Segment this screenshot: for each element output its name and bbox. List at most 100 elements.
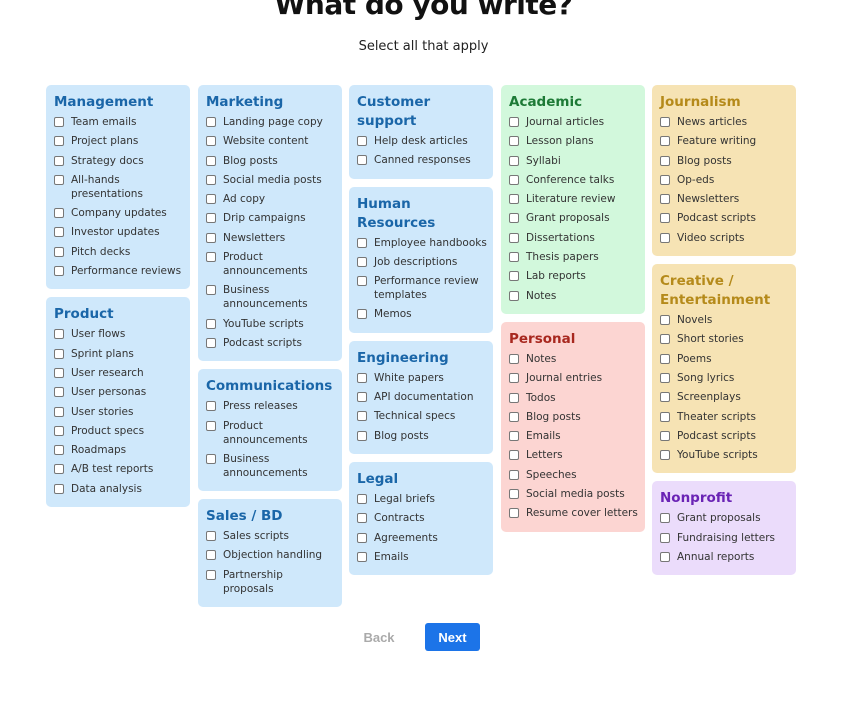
checkbox-option[interactable]: Podcast scripts bbox=[206, 336, 336, 350]
checkbox[interactable] bbox=[509, 469, 519, 480]
checkbox[interactable] bbox=[357, 411, 367, 422]
checkbox-option[interactable]: Blog posts bbox=[660, 154, 790, 168]
checkbox[interactable] bbox=[509, 155, 519, 166]
checkbox[interactable] bbox=[357, 551, 367, 562]
checkbox[interactable] bbox=[509, 174, 519, 185]
checkbox-option[interactable]: Op-eds bbox=[660, 173, 790, 187]
checkbox[interactable] bbox=[206, 531, 216, 542]
checkbox[interactable] bbox=[54, 464, 64, 475]
checkbox[interactable] bbox=[206, 155, 216, 166]
checkbox[interactable] bbox=[660, 532, 670, 543]
checkbox[interactable] bbox=[660, 194, 670, 205]
checkbox-option[interactable]: Legal briefs bbox=[357, 492, 487, 506]
checkbox[interactable] bbox=[509, 353, 519, 364]
checkbox-option[interactable]: Pitch decks bbox=[54, 245, 184, 259]
checkbox[interactable] bbox=[206, 174, 216, 185]
checkbox-option[interactable]: Todos bbox=[509, 391, 639, 405]
checkbox-option[interactable]: Feature writing bbox=[660, 134, 790, 148]
checkbox[interactable] bbox=[509, 431, 519, 442]
checkbox[interactable] bbox=[54, 445, 64, 456]
checkbox-option[interactable]: Canned responses bbox=[357, 153, 487, 167]
checkbox-option[interactable]: Emails bbox=[509, 429, 639, 443]
checkbox-option[interactable]: Objection handling bbox=[206, 548, 336, 562]
checkbox[interactable] bbox=[357, 493, 367, 504]
checkbox-option[interactable]: User research bbox=[54, 366, 184, 380]
checkbox[interactable] bbox=[54, 136, 64, 147]
checkbox-option[interactable]: Website content bbox=[206, 134, 336, 148]
checkbox-option[interactable]: Notes bbox=[509, 352, 639, 366]
checkbox-option[interactable]: Blog posts bbox=[509, 410, 639, 424]
checkbox[interactable] bbox=[660, 174, 670, 185]
checkbox[interactable] bbox=[54, 483, 64, 494]
checkbox[interactable] bbox=[660, 552, 670, 563]
checkbox[interactable] bbox=[357, 136, 367, 146]
checkbox[interactable] bbox=[54, 246, 64, 257]
checkbox[interactable] bbox=[509, 136, 519, 147]
checkbox[interactable] bbox=[206, 453, 216, 464]
checkbox-option[interactable]: Social media posts bbox=[509, 487, 639, 501]
checkbox-option[interactable]: Grant proposals bbox=[660, 511, 790, 525]
checkbox[interactable] bbox=[54, 425, 64, 436]
checkbox[interactable] bbox=[206, 337, 216, 348]
checkbox-option[interactable]: Press releases bbox=[206, 399, 336, 413]
checkbox-option[interactable]: Podcast scripts bbox=[660, 429, 790, 443]
checkbox[interactable] bbox=[660, 372, 670, 383]
checkbox-option[interactable]: Help desk articles bbox=[357, 134, 487, 148]
checkbox-option[interactable]: Technical specs bbox=[357, 409, 487, 423]
checkbox[interactable] bbox=[660, 232, 670, 243]
checkbox-option[interactable]: YouTube scripts bbox=[660, 448, 790, 462]
checkbox-option[interactable]: Landing page copy bbox=[206, 115, 336, 129]
checkbox[interactable] bbox=[206, 194, 216, 205]
checkbox[interactable] bbox=[206, 136, 216, 147]
checkbox-option[interactable]: Project plans bbox=[54, 134, 184, 148]
checkbox[interactable] bbox=[54, 387, 64, 398]
checkbox-option[interactable]: Job descriptions bbox=[357, 255, 487, 269]
checkbox-option[interactable]: Dissertations bbox=[509, 231, 639, 245]
checkbox-option[interactable]: Poems bbox=[660, 352, 790, 366]
back-button[interactable]: Back bbox=[351, 623, 407, 651]
checkbox[interactable] bbox=[509, 117, 519, 127]
checkbox[interactable] bbox=[357, 430, 367, 441]
checkbox[interactable] bbox=[206, 285, 216, 296]
checkbox-option[interactable]: Conference talks bbox=[509, 173, 639, 187]
checkbox-option[interactable]: Business announcements bbox=[206, 283, 336, 311]
checkbox-option[interactable]: Song lyrics bbox=[660, 371, 790, 385]
checkbox[interactable] bbox=[509, 373, 519, 384]
checkbox[interactable] bbox=[660, 450, 670, 461]
checkbox-option[interactable]: All-hands presentations bbox=[54, 173, 184, 201]
checkbox-option[interactable]: News articles bbox=[660, 115, 790, 129]
checkbox[interactable] bbox=[54, 367, 64, 378]
checkbox-option[interactable]: Product specs bbox=[54, 424, 184, 438]
checkbox-option[interactable]: Sales scripts bbox=[206, 529, 336, 543]
checkbox-option[interactable]: Emails bbox=[357, 550, 487, 564]
checkbox-option[interactable]: A/B test reports bbox=[54, 462, 184, 476]
checkbox[interactable] bbox=[509, 489, 519, 500]
checkbox-option[interactable]: Syllabi bbox=[509, 154, 639, 168]
checkbox-option[interactable]: Data analysis bbox=[54, 482, 184, 496]
checkbox[interactable] bbox=[660, 430, 670, 441]
checkbox-option[interactable]: Blog posts bbox=[357, 429, 487, 443]
checkbox-option[interactable]: Theater scripts bbox=[660, 410, 790, 424]
checkbox-option[interactable]: Literature review bbox=[509, 192, 639, 206]
checkbox[interactable] bbox=[660, 513, 670, 524]
checkbox[interactable] bbox=[206, 550, 216, 561]
checkbox-option[interactable]: Resume cover letters bbox=[509, 506, 639, 520]
checkbox-option[interactable]: Investor updates bbox=[54, 225, 184, 239]
checkbox[interactable] bbox=[660, 411, 670, 422]
checkbox[interactable] bbox=[509, 213, 519, 224]
checkbox[interactable] bbox=[54, 227, 64, 238]
checkbox[interactable] bbox=[660, 392, 670, 403]
checkbox[interactable] bbox=[206, 420, 216, 431]
checkbox-option[interactable]: User personas bbox=[54, 385, 184, 399]
checkbox[interactable] bbox=[660, 136, 670, 147]
checkbox[interactable] bbox=[54, 174, 64, 185]
checkbox[interactable] bbox=[206, 318, 216, 329]
checkbox-option[interactable]: API documentation bbox=[357, 390, 487, 404]
checkbox[interactable] bbox=[357, 513, 367, 524]
checkbox[interactable] bbox=[54, 406, 64, 417]
checkbox-option[interactable]: Journal articles bbox=[509, 115, 639, 129]
checkbox-option[interactable]: Speeches bbox=[509, 468, 639, 482]
checkbox-option[interactable]: Product announcements bbox=[206, 250, 336, 278]
checkbox-option[interactable]: Grant proposals bbox=[509, 211, 639, 225]
checkbox-option[interactable]: Blog posts bbox=[206, 154, 336, 168]
